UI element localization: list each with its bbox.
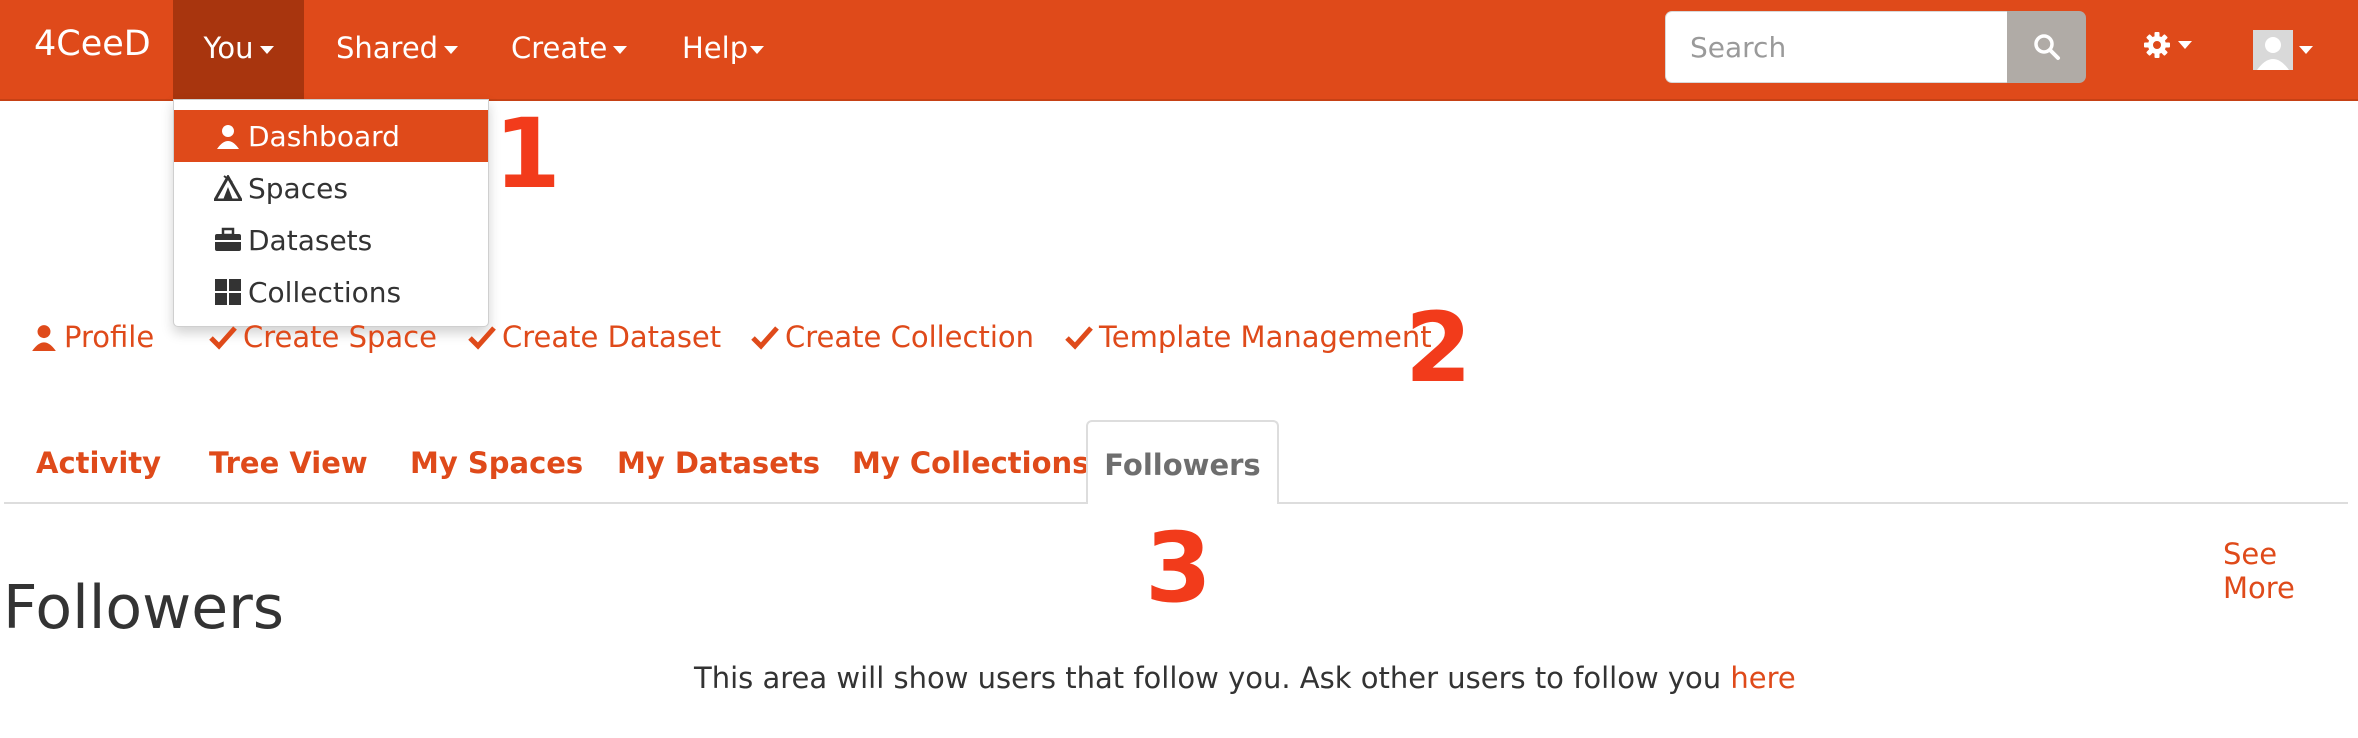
callout-number-3: 3 <box>1145 512 1212 624</box>
dropdown-item-label: Collections <box>248 275 402 309</box>
search-button[interactable] <box>2007 11 2086 83</box>
nav-you-menu[interactable]: You <box>173 0 304 99</box>
user-icon <box>32 325 56 351</box>
default-user-icon <box>2253 30 2293 70</box>
create-collection-link[interactable]: Create Collection <box>751 320 1034 354</box>
profile-link-label: Profile <box>64 320 155 354</box>
chevron-down-icon <box>613 46 628 54</box>
create-collection-link-label: Create Collection <box>785 320 1035 354</box>
tab-my-datasets[interactable]: My Datasets <box>617 420 820 504</box>
followers-empty-message: This area will show users that follow yo… <box>694 661 1796 695</box>
create-space-link[interactable]: Create Space <box>209 320 437 354</box>
profile-link[interactable]: Profile <box>30 320 154 354</box>
see-more-link[interactable]: See More <box>2223 537 2358 605</box>
callout-number-1: 1 <box>494 98 561 210</box>
nav-help-menu[interactable]: Help <box>682 0 765 99</box>
tab-my-spaces[interactable]: My Spaces <box>410 420 583 504</box>
user-icon <box>212 120 244 152</box>
create-dataset-link-label: Create Dataset <box>502 320 722 354</box>
search-icon <box>2033 34 2060 60</box>
gear-icon <box>2144 32 2170 58</box>
tent-icon <box>212 172 244 204</box>
create-space-link-label: Create Space <box>243 320 437 354</box>
briefcase-icon <box>212 224 244 256</box>
template-management-link[interactable]: Template Management <box>1065 320 1432 354</box>
nav-create-menu[interactable]: Create <box>511 0 628 99</box>
settings-menu[interactable] <box>2142 30 2192 60</box>
nav-create-label: Create <box>511 31 608 65</box>
check-icon <box>1065 326 1093 350</box>
dropdown-item-spaces[interactable]: Spaces <box>174 162 488 214</box>
chevron-down-icon <box>259 46 274 54</box>
tab-my-collections[interactable]: My Collections <box>852 420 1089 504</box>
you-dropdown-menu: Dashboard Spaces Datasets Collections <box>173 99 489 327</box>
dropdown-item-label: Datasets <box>248 223 373 257</box>
page-title: Followers <box>3 573 285 643</box>
tab-followers[interactable]: Followers <box>1086 420 1279 504</box>
nav-you-label: You <box>203 31 254 65</box>
chevron-down-icon <box>750 46 765 54</box>
tab-tree-view[interactable]: Tree View <box>209 420 368 504</box>
nav-shared-menu[interactable]: Shared <box>336 0 459 99</box>
user-menu[interactable] <box>2253 30 2313 70</box>
followers-empty-text: This area will show users that follow yo… <box>694 661 1731 695</box>
dropdown-item-collections[interactable]: Collections <box>174 266 488 318</box>
grid-icon <box>212 276 244 308</box>
nav-help-label: Help <box>682 31 749 65</box>
top-navbar: 4CeeD You Shared Create Help <box>0 0 2358 101</box>
nav-shared-label: Shared <box>336 31 439 65</box>
chevron-down-icon <box>2299 46 2313 54</box>
chevron-down-icon <box>444 46 459 54</box>
dropdown-item-datasets[interactable]: Datasets <box>174 214 488 266</box>
dropdown-item-label: Dashboard <box>248 119 400 153</box>
dropdown-item-dashboard[interactable]: Dashboard <box>174 110 488 162</box>
check-icon <box>468 326 496 350</box>
create-dataset-link[interactable]: Create Dataset <box>468 320 721 354</box>
follow-here-link[interactable]: here <box>1730 661 1795 695</box>
template-management-link-label: Template Management <box>1099 320 1432 354</box>
chevron-down-icon <box>2178 41 2192 49</box>
check-icon <box>751 326 779 350</box>
dropdown-item-label: Spaces <box>248 171 348 205</box>
search-input[interactable] <box>1665 11 2008 83</box>
tab-activity[interactable]: Activity <box>36 420 161 504</box>
brand-logo[interactable]: 4CeeD <box>34 24 151 64</box>
check-icon <box>209 326 237 350</box>
avatar <box>2253 30 2293 70</box>
